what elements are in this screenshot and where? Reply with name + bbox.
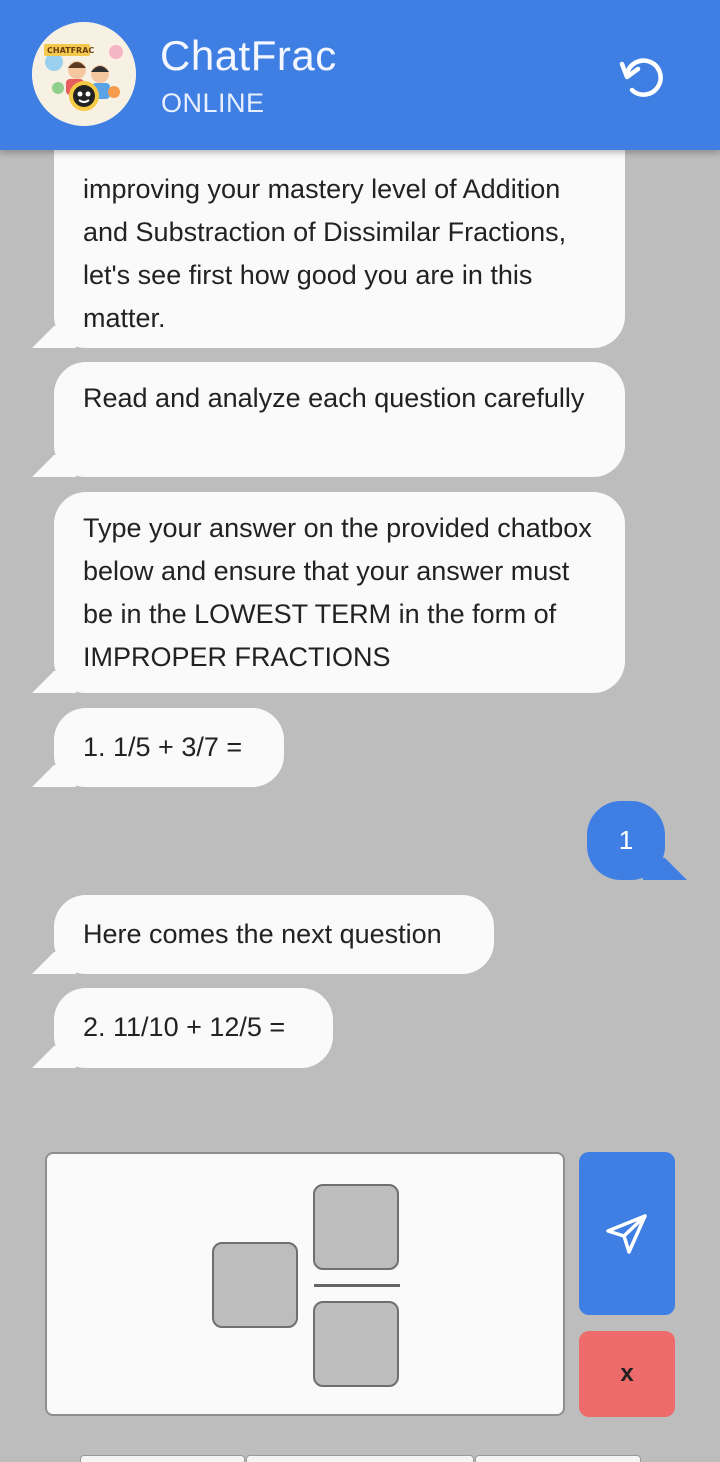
bubble-tail	[32, 1046, 76, 1068]
denominator-input[interactable]	[313, 1301, 399, 1387]
keyboard-edge	[80, 1455, 245, 1462]
refresh-icon	[619, 58, 663, 97]
message-text: 1	[618, 825, 634, 855]
message-text: Read and analyze each question carefully	[83, 383, 585, 413]
message-text: 2. 11/10 + 12/5 =	[83, 1012, 286, 1042]
app-title: ChatFrac	[160, 32, 337, 79]
keyboard-edge	[475, 1455, 641, 1462]
bot-avatar: CHATFRAC	[32, 22, 136, 126]
online-status: ONLINE	[161, 88, 265, 118]
bot-message: Read and analyze each question carefully	[32, 362, 625, 477]
bot-message: 2. 11/10 + 12/5 =	[32, 988, 333, 1068]
clear-label: x	[620, 1360, 634, 1387]
bubble-tail	[32, 765, 76, 787]
chatfrac-logo-icon: CHATFRAC	[32, 22, 136, 126]
message-text: Here comes the next question	[83, 919, 442, 949]
bubble-tail	[32, 326, 76, 348]
bubble-tail	[32, 455, 76, 477]
bubble-tail	[643, 858, 687, 880]
bubble-tail	[32, 671, 76, 693]
refresh-button[interactable]	[616, 50, 670, 104]
numerator-input[interactable]	[313, 1184, 399, 1270]
clear-button[interactable]: x	[579, 1331, 675, 1417]
bot-message: Type your answer on the provided chatbox…	[32, 492, 625, 693]
user-message: 1	[587, 801, 687, 880]
fraction-answer-panel	[45, 1152, 565, 1416]
bot-message: 1. 1/5 + 3/7 =	[32, 708, 284, 787]
chat-area[interactable]: improving your mastery level of Addition…	[0, 0, 720, 1140]
bubble-tail	[32, 952, 76, 974]
message-text: Type your answer on the provided chatbox…	[83, 513, 592, 672]
keyboard-edge	[246, 1455, 474, 1462]
send-icon	[606, 1213, 647, 1254]
message-text: 1. 1/5 + 3/7 =	[83, 732, 243, 762]
app-header: CHATFRAC ChatFrac ONLINE	[0, 0, 720, 150]
message-text: improving your mastery level of Addition…	[83, 174, 567, 333]
whole-number-input[interactable]	[212, 1242, 298, 1328]
bot-message: Here comes the next question	[32, 895, 494, 974]
bot-message: improving your mastery level of Addition…	[32, 118, 625, 348]
svg-text:CHATFRAC: CHATFRAC	[47, 46, 94, 55]
send-button[interactable]	[579, 1152, 675, 1315]
fraction-bar	[314, 1284, 400, 1287]
